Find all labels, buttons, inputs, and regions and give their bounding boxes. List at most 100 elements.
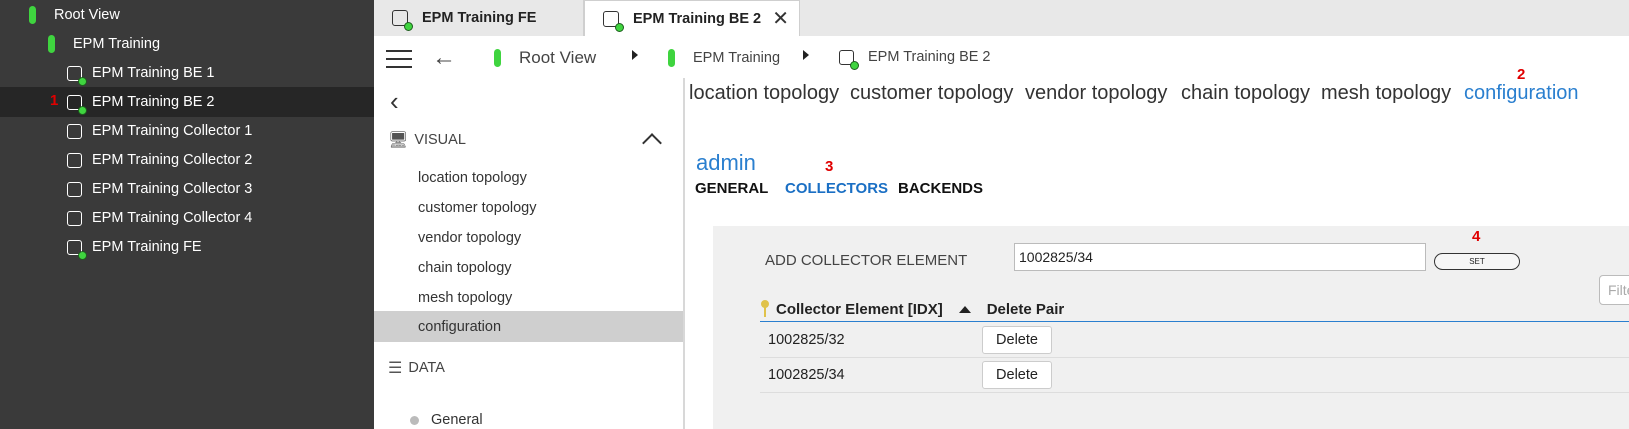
delete-button[interactable]: Delete bbox=[982, 361, 1052, 389]
toolbar: ← Root View EPM Training EPM Training BE… bbox=[374, 38, 1629, 78]
chevron-up-icon[interactable] bbox=[642, 133, 662, 153]
section-header-label: DATA bbox=[408, 360, 445, 376]
tree-item-label: EPM Training FE bbox=[92, 239, 202, 255]
tree-item-collector1[interactable]: EPM Training Collector 1 bbox=[0, 116, 374, 146]
menu-item-label: vendor topology bbox=[418, 229, 522, 246]
tree-item-be1[interactable]: EPM Training BE 1 bbox=[0, 58, 374, 88]
hamburger-menu-icon[interactable] bbox=[386, 50, 412, 68]
tree-item-label: EPM Training Collector 4 bbox=[92, 210, 253, 226]
menu-item-general[interactable]: General bbox=[410, 412, 483, 428]
annotation-marker: 3 bbox=[825, 158, 834, 175]
tree-item-label: EPM Training BE 1 bbox=[92, 65, 215, 81]
subtab-collectors[interactable]: COLLECTORS bbox=[785, 180, 888, 197]
set-button[interactable]: SET bbox=[1434, 253, 1520, 270]
user-name: admin bbox=[696, 150, 756, 175]
status-pill-icon bbox=[668, 49, 675, 67]
menu-item-location-topology[interactable]: location topology bbox=[374, 162, 683, 193]
section-header-visual[interactable]: 🖥 VISUAL bbox=[388, 130, 466, 150]
breadcrumb-label: Root View bbox=[519, 48, 597, 67]
table-header: Collector Element [IDX] Delete Pair bbox=[760, 297, 1629, 322]
collector-element-cell: 1002825/34 bbox=[768, 367, 845, 383]
menu-item-chain-topology[interactable]: chain topology bbox=[374, 252, 683, 283]
tree-item-label: EPM Training Collector 2 bbox=[92, 152, 253, 168]
menu-item-configuration[interactable]: configuration bbox=[374, 311, 683, 342]
tab-epm-training-fe[interactable]: EPM Training FE bbox=[374, 0, 584, 36]
delete-button[interactable]: Delete bbox=[982, 326, 1052, 354]
node-icon bbox=[67, 181, 82, 197]
tab-vendor-topology[interactable]: vendor topology bbox=[1025, 82, 1167, 105]
breadcrumb-label: EPM Training bbox=[693, 50, 781, 66]
sliders-icon: ☰ bbox=[388, 360, 403, 377]
tab-bar: EPM Training FE EPM Training BE 2 ✕ bbox=[374, 0, 1629, 36]
annotation-marker: 4 bbox=[1472, 228, 1481, 245]
caret-right-icon bbox=[803, 50, 809, 60]
breadcrumb-epm-training-be2[interactable]: EPM Training BE 2 bbox=[839, 49, 991, 70]
table-row: 1002825/32 Delete bbox=[760, 323, 1629, 358]
breadcrumb-root-view[interactable]: Root View bbox=[494, 48, 596, 68]
back-arrow-icon[interactable]: ← bbox=[432, 44, 456, 72]
add-collector-label: ADD COLLECTOR ELEMENT bbox=[765, 252, 968, 269]
tree-item-be2[interactable]: 1 EPM Training BE 2 bbox=[0, 87, 374, 117]
tree-item-collector4[interactable]: EPM Training Collector 4 bbox=[0, 203, 374, 233]
tree-panel: Root View EPM Training EPM Training BE 1… bbox=[0, 0, 374, 429]
tab-configuration[interactable]: configuration bbox=[1464, 82, 1579, 105]
tree-item-collector3[interactable]: EPM Training Collector 3 bbox=[0, 174, 374, 204]
node-icon bbox=[67, 152, 82, 168]
tab-customer-topology[interactable]: customer topology bbox=[850, 82, 1013, 105]
chevron-left-icon[interactable]: ‹ bbox=[390, 86, 399, 117]
tab-label: EPM Training FE bbox=[422, 10, 537, 26]
menu-item-vendor-topology[interactable]: vendor topology bbox=[374, 222, 683, 253]
sort-ascending-icon[interactable] bbox=[958, 305, 971, 313]
tree-item-fe[interactable]: EPM Training FE bbox=[0, 232, 374, 262]
status-pill-icon bbox=[29, 6, 36, 24]
tree-item-label: EPM Training BE 2 bbox=[92, 94, 215, 110]
breadcrumb-label: EPM Training BE 2 bbox=[868, 49, 991, 65]
annotation-marker: 1 bbox=[50, 92, 59, 109]
subtab-general[interactable]: GENERAL bbox=[695, 180, 768, 197]
menu-item-customer-topology[interactable]: customer topology bbox=[374, 192, 683, 223]
subtab-backends[interactable]: BACKENDS bbox=[898, 180, 983, 197]
tree-item-label: EPM Training Collector 1 bbox=[92, 123, 253, 139]
tab-epm-training-be2[interactable]: EPM Training BE 2 ✕ bbox=[584, 0, 800, 36]
menu-item-label: customer topology bbox=[418, 199, 537, 216]
menu-item-mesh-topology[interactable]: mesh topology bbox=[374, 282, 683, 313]
menu-item-label: location topology bbox=[418, 169, 527, 186]
tree-item-label: Root View bbox=[54, 7, 120, 23]
node-icon bbox=[392, 10, 413, 31]
tab-location-topology[interactable]: location topology bbox=[689, 82, 839, 105]
tab-label: EPM Training BE 2 bbox=[633, 10, 762, 27]
tab-chain-topology[interactable]: chain topology bbox=[1181, 82, 1310, 105]
node-icon bbox=[67, 94, 87, 115]
node-icon bbox=[67, 239, 87, 260]
caret-right-icon bbox=[632, 50, 638, 60]
node-icon bbox=[67, 65, 87, 86]
tab-mesh-topology[interactable]: mesh topology bbox=[1321, 82, 1451, 105]
node-icon bbox=[603, 10, 624, 32]
side-menu: ‹ 🖥 VISUAL location topology customer to… bbox=[374, 78, 685, 429]
tree-item-label: EPM Training bbox=[73, 36, 161, 52]
section-header-data[interactable]: ☰ DATA bbox=[388, 358, 445, 378]
breadcrumb-epm-training[interactable]: EPM Training bbox=[668, 49, 780, 67]
tree-item-epm-training[interactable]: EPM Training bbox=[0, 29, 374, 59]
tree-item-collector2[interactable]: EPM Training Collector 2 bbox=[0, 145, 374, 175]
menu-item-label: General bbox=[431, 412, 483, 428]
status-pill-icon bbox=[494, 49, 501, 67]
menu-item-label: configuration bbox=[418, 318, 502, 335]
close-icon[interactable]: ✕ bbox=[772, 9, 789, 29]
collector-element-cell: 1002825/32 bbox=[768, 332, 845, 348]
add-collector-input[interactable] bbox=[1014, 243, 1426, 271]
node-icon bbox=[839, 49, 859, 70]
node-icon bbox=[67, 210, 82, 226]
column-header-collector-element[interactable]: Collector Element [IDX] bbox=[776, 301, 943, 318]
annotation-marker: 2 bbox=[1517, 66, 1526, 83]
section-header-label: VISUAL bbox=[414, 132, 466, 148]
table-row: 1002825/34 Delete bbox=[760, 358, 1629, 393]
menu-item-label: chain topology bbox=[418, 259, 512, 276]
key-icon bbox=[760, 300, 770, 318]
tree-item-root-view[interactable]: Root View bbox=[0, 0, 374, 30]
column-header-delete-pair[interactable]: Delete Pair bbox=[987, 301, 1065, 318]
tree-item-label: EPM Training Collector 3 bbox=[92, 181, 253, 197]
menu-item-label: mesh topology bbox=[418, 289, 513, 306]
status-pill-icon bbox=[48, 35, 55, 53]
monitor-icon: 🖥 bbox=[388, 132, 409, 149]
